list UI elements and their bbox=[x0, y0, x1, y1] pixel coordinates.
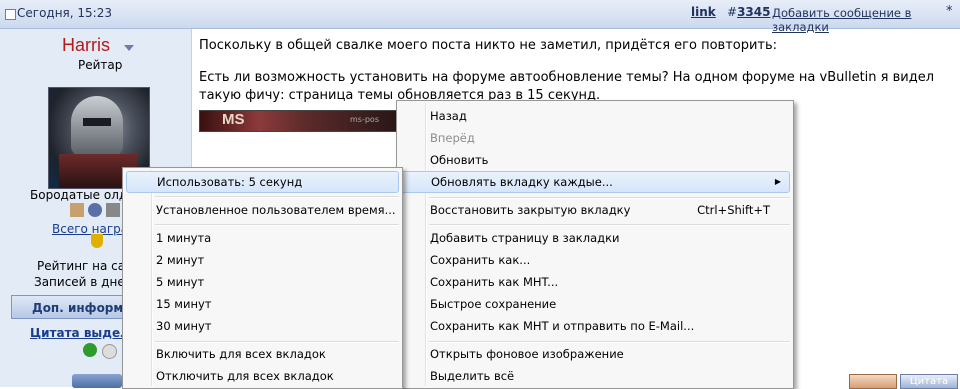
signature-text: MS bbox=[222, 111, 245, 128]
submenu-item-30-minutes[interactable]: 30 минут bbox=[126, 315, 399, 337]
submenu-item-disable-all-tabs[interactable]: Отключить для всех вкладок bbox=[126, 365, 399, 387]
username[interactable]: Harris bbox=[62, 35, 110, 56]
menu-item-back[interactable]: Назад bbox=[400, 105, 790, 127]
menu-separator bbox=[429, 224, 790, 226]
submenu-item-custom-time[interactable]: Установленное пользователем время... bbox=[126, 199, 399, 221]
award-icon[interactable] bbox=[88, 203, 102, 217]
menu-item-label: 5 минут bbox=[156, 275, 205, 289]
user-title: Бородатые олд bbox=[30, 188, 128, 202]
menu-item-open-background[interactable]: Открыть фоновое изображение bbox=[400, 343, 790, 365]
menu-item-label: Сохранить как... bbox=[430, 253, 531, 267]
quote-selected-link[interactable]: Цитата выдел bbox=[30, 326, 129, 340]
user-menu-arrow-icon[interactable] bbox=[124, 45, 134, 51]
menu-item-label: Обновить bbox=[430, 153, 489, 167]
menu-item-auto-reload[interactable]: Обновлять вкладку каждые... ▶ bbox=[400, 171, 790, 193]
menu-item-quick-save[interactable]: Быстрое сохранение bbox=[400, 293, 790, 315]
signature-small-text: ms-pos bbox=[350, 115, 379, 124]
auto-reload-submenu: Использовать: 5 секунд Установленное пол… bbox=[122, 167, 403, 389]
submenu-item-enable-all-tabs[interactable]: Включить для всех вкладок bbox=[126, 343, 399, 365]
menu-item-label: Вперёд bbox=[430, 131, 475, 145]
menu-item-label: Включить для всех вкладок bbox=[156, 347, 326, 361]
menu-item-label: Сохранить как MHT... bbox=[430, 275, 559, 289]
menu-item-reload[interactable]: Обновить bbox=[400, 149, 790, 171]
submenu-item-use-5-seconds[interactable]: Использовать: 5 секунд bbox=[126, 171, 399, 193]
menu-item-label: Быстрое сохранение bbox=[430, 297, 557, 311]
menu-item-save-mht-email[interactable]: Сохранить как MHT и отправить по E-Mail.… bbox=[400, 315, 790, 337]
clover-icon[interactable] bbox=[83, 343, 97, 357]
submenu-item-1-minute[interactable]: 1 минута bbox=[126, 227, 399, 249]
menu-item-label: Отключить для всех вкладок bbox=[156, 369, 334, 383]
menu-item-label: Восстановить закрытую вкладку bbox=[430, 203, 631, 217]
context-menu: Назад Вперёд Обновить Обновлять вкладку … bbox=[396, 100, 794, 389]
menu-item-label: Выделить всё bbox=[430, 369, 515, 383]
menu-item-label: 15 минут bbox=[156, 297, 212, 311]
menu-item-label: Обновлять вкладку каждые... bbox=[431, 175, 613, 189]
mouse-icon[interactable] bbox=[102, 344, 117, 359]
menu-item-label: Установленное пользователем время... bbox=[156, 203, 396, 217]
menu-item-shortcut: Ctrl+Shift+T bbox=[697, 203, 770, 217]
post-number[interactable]: #3345 bbox=[727, 5, 770, 19]
menu-item-label: Открыть фоновое изображение bbox=[430, 347, 624, 361]
signature-banner: MS ms-pos bbox=[199, 110, 398, 132]
post-number-value[interactable]: 3345 bbox=[737, 5, 770, 19]
menu-item-restore-tab[interactable]: Восстановить закрытую вкладку Ctrl+Shift+… bbox=[400, 199, 790, 221]
menu-item-bookmark-page[interactable]: Добавить страницу в закладки bbox=[400, 227, 790, 249]
submenu-item-15-minutes[interactable]: 15 минут bbox=[126, 293, 399, 315]
menu-item-label: Добавить страницу в закладки bbox=[430, 231, 620, 245]
trophy-icon bbox=[91, 234, 103, 248]
user-rank: Рейтар bbox=[78, 58, 123, 72]
menu-item-label: 30 минут bbox=[156, 319, 212, 333]
menu-separator bbox=[155, 224, 399, 226]
submenu-item-5-minutes[interactable]: 5 минут bbox=[126, 271, 399, 293]
menu-separator bbox=[155, 196, 399, 198]
menu-item-label: 1 минута bbox=[156, 231, 212, 245]
post-link[interactable]: link bbox=[691, 5, 716, 19]
user-action-icons[interactable] bbox=[72, 374, 122, 388]
award-icon[interactable] bbox=[70, 203, 84, 217]
post-paragraph-1: Поскольку в общей свалке моего поста ник… bbox=[199, 38, 778, 53]
post-date: Сегодня, 15:23 bbox=[17, 6, 112, 20]
post-select-checkbox[interactable] bbox=[5, 9, 16, 20]
award-icons bbox=[70, 203, 124, 220]
bookmark-post-link[interactable]: Добавить сообщение в закладки bbox=[772, 6, 960, 34]
menu-item-label: Сохранить как MHT и отправить по E-Mail.… bbox=[430, 319, 695, 333]
star-marker[interactable]: * bbox=[946, 4, 953, 19]
site-rating: Рейтинг на сай bbox=[37, 259, 133, 273]
menu-item-label: 2 минут bbox=[156, 253, 205, 267]
menu-item-select-all[interactable]: Выделить всё bbox=[400, 365, 790, 387]
post-header-bar: Сегодня, 15:23 link #3345 Добавить сообщ… bbox=[0, 0, 960, 34]
menu-item-save-as[interactable]: Сохранить как... bbox=[400, 249, 790, 271]
post-number-prefix: # bbox=[727, 5, 738, 19]
avatar-helmet bbox=[71, 96, 123, 156]
submenu-item-2-minutes[interactable]: 2 минут bbox=[126, 249, 399, 271]
avatar-visor bbox=[83, 118, 111, 126]
submenu-arrow-icon: ▶ bbox=[774, 177, 781, 186]
menu-item-forward[interactable]: Вперёд bbox=[400, 127, 790, 149]
menu-item-save-mht[interactable]: Сохранить как MHT... bbox=[400, 271, 790, 293]
award-icon[interactable] bbox=[106, 203, 120, 217]
menu-item-label: Использовать: 5 секунд bbox=[157, 175, 303, 189]
menu-item-label: Назад bbox=[430, 109, 467, 123]
